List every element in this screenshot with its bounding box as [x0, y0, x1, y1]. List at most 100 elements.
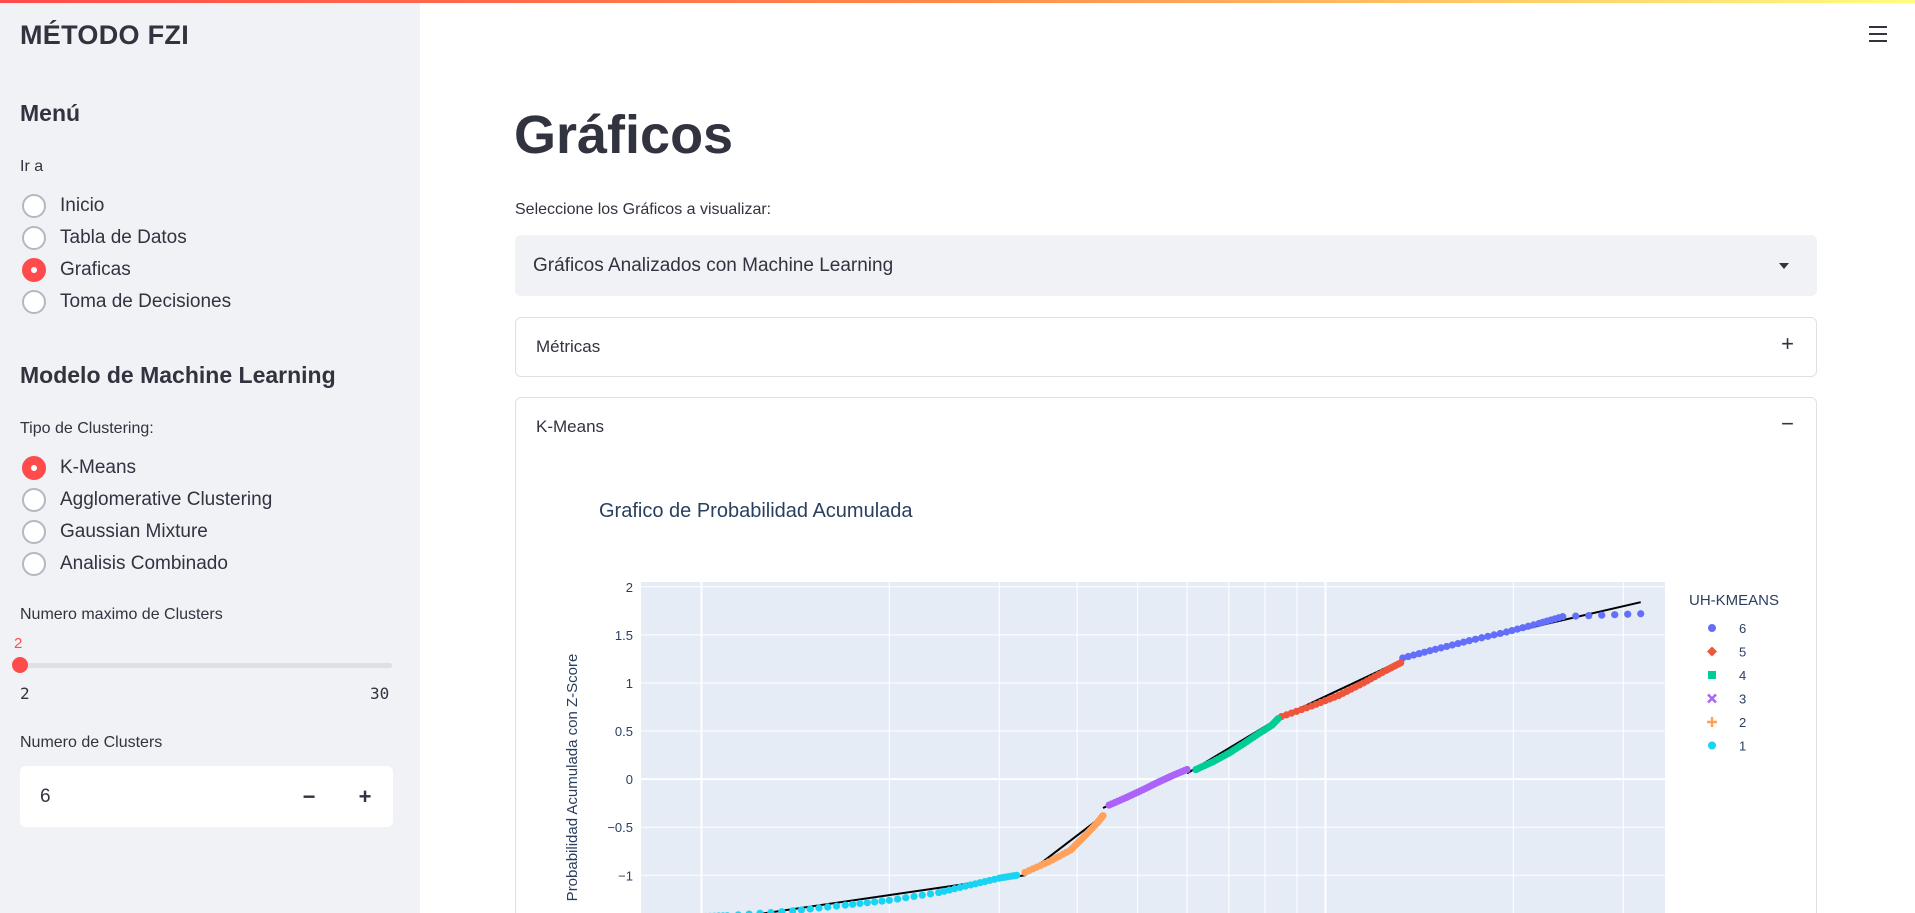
legend-item-label: 6	[1739, 621, 1746, 636]
chart-select[interactable]: Gráficos Analizados con Machine Learning	[515, 235, 1817, 296]
sidebar: MÉTODO FZI Menú Ir a Inicio Tabla de Dato…	[0, 0, 420, 913]
y-tick-label: 2	[626, 580, 633, 595]
data-point	[902, 894, 910, 902]
legend-symbol	[1708, 671, 1716, 679]
data-point	[815, 904, 823, 912]
y-axis-label: Probabilidad Acumulada con Z-Score	[564, 654, 581, 902]
clustering-option[interactable]: K-Means	[22, 452, 272, 484]
data-point	[885, 896, 893, 904]
data-point	[841, 901, 849, 909]
menu-label: Ir a	[20, 158, 44, 175]
expander-kmeans-label: K-Means	[536, 417, 605, 436]
y-tick-label: 1	[626, 676, 633, 691]
expand-icon: +	[1781, 331, 1794, 356]
clustering-option[interactable]: Analisis Combinado	[22, 548, 272, 580]
y-tick-label: 1.5	[615, 628, 633, 643]
increment-button[interactable]: +	[337, 766, 393, 827]
data-point	[1484, 632, 1492, 640]
legend-item-label: 2	[1739, 715, 1746, 730]
legend-item-label: 3	[1739, 692, 1746, 707]
hamburger-icon[interactable]	[1869, 26, 1887, 42]
slider-max-label: 30	[370, 684, 390, 703]
y-axis-ticks: 21.510.50−0.5−1−1.5	[607, 580, 633, 883]
radio-unchecked-icon[interactable]	[22, 520, 46, 544]
page-title: Gráficos	[514, 105, 734, 165]
chevron-down-icon	[1779, 263, 1789, 269]
legend-symbol	[1707, 693, 1717, 704]
clustering-option-label: K-Means	[60, 457, 137, 478]
data-point	[1585, 612, 1593, 620]
radio-unchecked-icon[interactable]	[22, 194, 46, 218]
slider-min-label: 2	[20, 684, 30, 703]
radio-unchecked-icon[interactable]	[22, 488, 46, 512]
y-tick-label: 0.5	[615, 724, 633, 739]
data-point	[910, 892, 918, 901]
menu-radio-group: Inicio Tabla de Datos Graficas Toma de Deci…	[22, 190, 231, 318]
data-point	[1611, 611, 1619, 619]
decrement-button[interactable]: −	[281, 766, 337, 827]
slider-track[interactable]	[20, 663, 392, 668]
radio-checked-icon[interactable]	[22, 456, 46, 480]
menu-option[interactable]: Toma de Decisiones	[22, 286, 231, 318]
menu-option[interactable]: Graficas	[22, 254, 231, 286]
menu-option-label: Inicio	[60, 195, 105, 216]
data-point	[1624, 610, 1632, 618]
data-point	[1183, 765, 1191, 774]
data-point	[1274, 714, 1282, 723]
data-point	[832, 902, 841, 910]
data-point	[1637, 610, 1645, 618]
legend-symbol	[1707, 717, 1717, 727]
data-point	[1572, 612, 1580, 620]
legend-symbol	[1708, 741, 1716, 750]
top-decoration-bar	[0, 0, 1915, 3]
data-point	[1465, 637, 1473, 645]
num-clusters-input[interactable]: 6 − +	[20, 766, 393, 827]
menu-heading: Menú	[20, 100, 81, 126]
data-point	[878, 897, 886, 905]
chart-legend[interactable]: UH-KMEANS 6 5 4 3 2 1	[1689, 592, 1779, 754]
expander-metricas-header[interactable]: Métricas +	[516, 318, 1816, 376]
y-tick-label: 0	[626, 772, 633, 787]
data-point	[824, 903, 832, 911]
legend-title: UH-KMEANS	[1689, 592, 1779, 609]
chart-select-label: Seleccione los Gráficos a visualizar:	[515, 201, 772, 218]
clustering-option[interactable]: Agglomerative Clustering	[22, 484, 272, 516]
expander-metricas-label: Métricas	[536, 337, 601, 356]
radio-unchecked-icon[interactable]	[22, 290, 46, 314]
collapse-icon: −	[1781, 411, 1794, 436]
data-point	[926, 890, 935, 898]
legend-item-label: 5	[1739, 645, 1746, 660]
data-point	[1099, 812, 1107, 820]
data-point	[1490, 631, 1498, 639]
clustering-option-label: Agglomerative Clustering	[60, 489, 273, 510]
data-point	[1559, 613, 1567, 621]
chart-select-value: Gráficos Analizados con Machine Learning	[533, 254, 894, 276]
expander-kmeans-header[interactable]: K-Means −	[516, 398, 1816, 456]
menu-option-label: Graficas	[60, 259, 131, 280]
legend-item-label: 4	[1739, 668, 1746, 683]
data-point	[918, 891, 926, 899]
max-clusters-label: Numero maximo de Clusters	[20, 606, 223, 623]
expander-metricas[interactable]: Métricas +	[515, 317, 1817, 377]
data-point	[806, 905, 814, 913]
clustering-option-label: Analisis Combinado	[60, 553, 228, 574]
clustering-option[interactable]: Gaussian Mixture	[22, 516, 272, 548]
radio-unchecked-icon[interactable]	[22, 226, 46, 250]
num-clusters-label: Numero de Clusters	[20, 734, 163, 751]
radio-checked-icon[interactable]	[22, 258, 46, 282]
ml-heading: Modelo de Machine Learning	[20, 362, 336, 388]
menu-option[interactable]: Inicio	[22, 190, 231, 222]
y-tick-label: −1	[618, 868, 633, 883]
clustering-radio-group: K-Means Agglomerative Clustering Gaussian …	[22, 452, 272, 580]
legend-symbol	[1707, 646, 1717, 657]
legend-symbol	[1708, 624, 1716, 632]
num-clusters-value[interactable]: 6	[20, 786, 281, 808]
data-point	[1496, 629, 1504, 638]
slider-thumb[interactable]	[12, 657, 28, 673]
chart-title: Grafico de Probabilidad Acumulada	[599, 500, 913, 522]
data-point	[863, 899, 871, 907]
data-point	[871, 898, 879, 906]
radio-unchecked-icon[interactable]	[22, 552, 46, 576]
menu-option[interactable]: Tabla de Datos	[22, 222, 231, 254]
data-point	[1478, 634, 1486, 642]
